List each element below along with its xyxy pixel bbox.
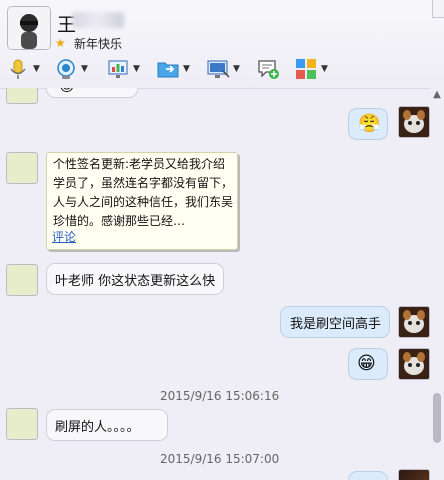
toolbar: ▼ ▼ ▼ ▼ ▼ ▼ [0, 55, 444, 85]
message-text: 叶老师 你这状态更新这么快 [55, 274, 216, 289]
timestamp: 2015/9/16 15:07:00 [160, 452, 280, 466]
emoji-icon: 😤 [358, 113, 381, 134]
chat-header: 王 ★ 新年快乐 ▼ ▼ ▼ ▼ ▼ ▼ [0, 0, 444, 89]
chevron-down-icon[interactable]: ▼ [183, 64, 190, 74]
remote-assist-button[interactable]: ▼ [206, 55, 240, 83]
apps-icon [296, 59, 316, 79]
send-message-button[interactable] [256, 55, 280, 83]
message-bubble[interactable]: 刷屏的人。。。。 [46, 409, 168, 441]
avatar[interactable] [398, 106, 430, 138]
redacted-name [72, 12, 124, 28]
message-bubble[interactable]: 😤 [348, 108, 388, 140]
message-bubble[interactable]: 我是刷空间高手 [280, 306, 390, 338]
avatar[interactable] [398, 348, 430, 380]
chat-scrollbar[interactable]: ▲ [430, 88, 444, 480]
emoji-icon: 😊 [59, 88, 75, 95]
message-bubble[interactable]: 😁 [348, 348, 388, 380]
signature-text: 个性签名更新:老学员又给我介绍学员了，虽然连名字都没有留下，人与人之间的这种信任… [53, 157, 234, 228]
chevron-down-icon[interactable]: ▼ [321, 64, 328, 74]
chevron-down-icon[interactable]: ▼ [133, 64, 140, 74]
avatar[interactable] [6, 408, 38, 440]
message-bubble[interactable]: 😊 [46, 88, 138, 98]
contact-avatar[interactable] [7, 6, 51, 50]
chevron-down-icon[interactable]: ▼ [233, 64, 240, 74]
voice-call-button[interactable]: ▼ [6, 55, 40, 83]
window-control[interactable] [432, 0, 444, 18]
screen-share-button[interactable]: ▼ [106, 55, 140, 83]
message-add-icon [258, 60, 279, 79]
timestamp: 2015/9/16 15:06:16 [160, 389, 280, 403]
message-text: 刷屏的人。。。。 [55, 420, 140, 435]
signature-update-card: 个性签名更新:老学员又给我介绍学员了，虽然连名字都没有留下，人与人之间的这种信任… [46, 152, 238, 250]
chat-history[interactable]: 😊 😤 个性签名更新:老学员又给我介绍学员了，虽然连名字都没有留下，人与人之间的… [0, 88, 430, 480]
avatar[interactable] [6, 152, 38, 184]
avatar[interactable] [6, 88, 38, 104]
chevron-down-icon[interactable]: ▼ [33, 64, 40, 74]
message-bubble[interactable]: 叶老师 你这状态更新这么快 [46, 263, 224, 295]
microphone-icon [10, 59, 26, 79]
scroll-thumb[interactable] [433, 393, 441, 443]
star-icon: ★ [55, 36, 66, 50]
video-call-button[interactable]: ▼ [54, 55, 88, 83]
message-text: 我是刷空间高手 [290, 317, 382, 332]
avatar[interactable] [398, 469, 430, 480]
avatar[interactable] [6, 264, 38, 296]
file-transfer-icon [157, 62, 179, 78]
avatar[interactable] [398, 306, 430, 338]
chevron-down-icon[interactable]: ▼ [81, 64, 88, 74]
remote-assist-icon [207, 60, 230, 78]
screen-share-icon [108, 60, 128, 78]
comment-link[interactable]: 评论 [52, 228, 76, 247]
video-icon [57, 59, 75, 79]
file-transfer-button[interactable]: ▼ [156, 55, 190, 83]
status-text: 新年快乐 [74, 37, 123, 51]
apps-button[interactable]: ▼ [294, 55, 328, 83]
scroll-up-icon[interactable]: ▲ [431, 88, 443, 102]
message-bubble[interactable] [348, 471, 388, 480]
grin-emoji-icon: 😁 [357, 353, 376, 374]
